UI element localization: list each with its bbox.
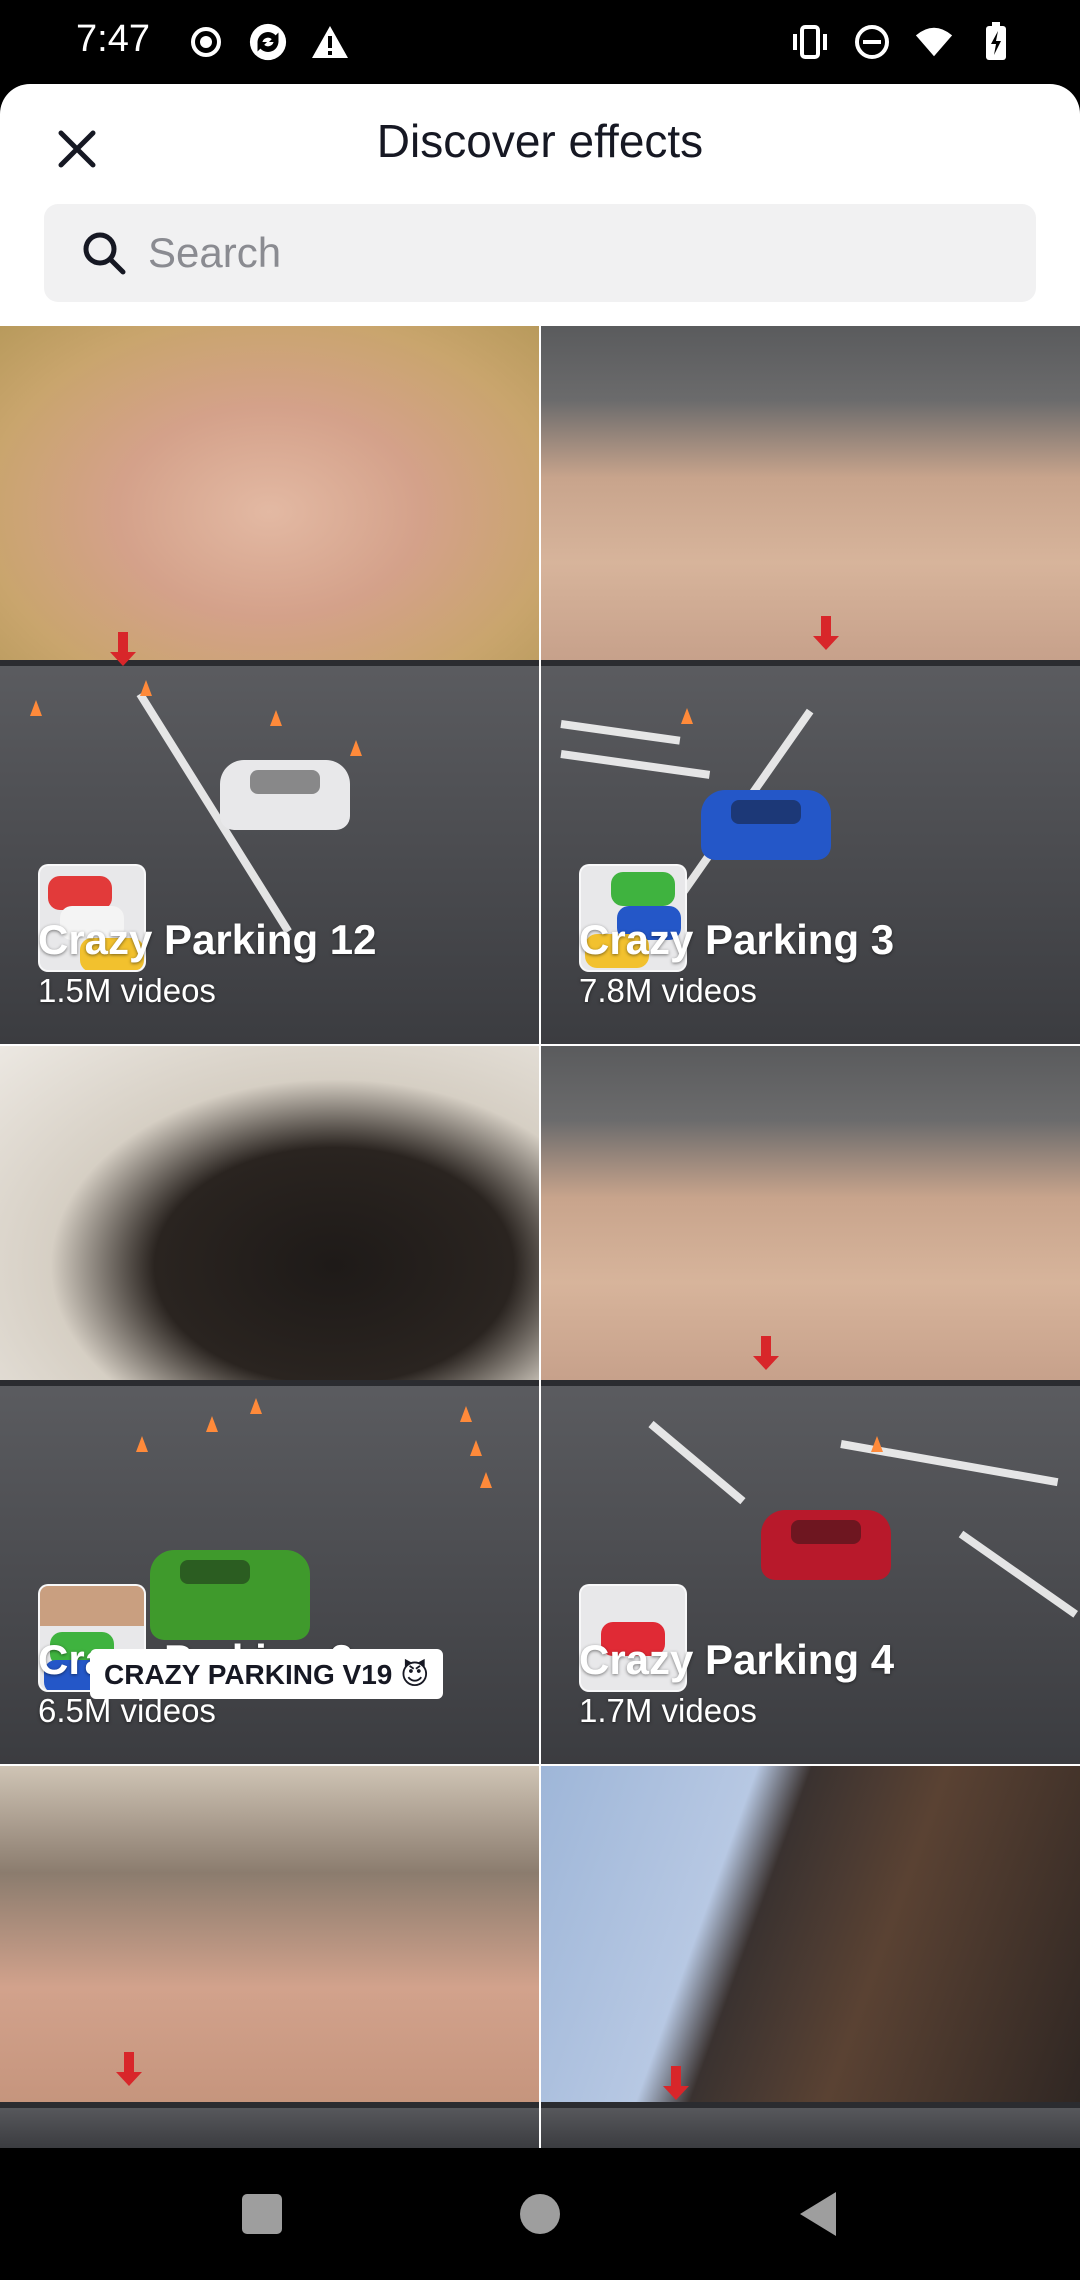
effect-preview-image bbox=[0, 1766, 539, 2148]
wifi-icon bbox=[914, 22, 954, 62]
effect-preview-image bbox=[541, 1766, 1080, 2148]
car-image bbox=[701, 790, 831, 860]
car-image bbox=[220, 760, 350, 830]
effect-preview-image bbox=[0, 1046, 539, 1384]
parking-lot-preview bbox=[541, 2102, 1080, 2148]
square-icon bbox=[242, 2194, 282, 2234]
effect-name: Crazy Parking 3 bbox=[579, 916, 895, 963]
car-image bbox=[761, 1510, 891, 1580]
effect-card-crazy-parking-3[interactable]: Crazy Parking 3 7.8M videos bbox=[541, 326, 1080, 1044]
circle-icon bbox=[520, 2194, 560, 2234]
effect-card-6[interactable] bbox=[541, 1766, 1080, 2148]
effect-card-5[interactable] bbox=[0, 1766, 539, 2148]
header: Discover effects bbox=[0, 84, 1080, 202]
effect-card-crazy-parking-12[interactable]: Crazy Parking 12 1.5M videos bbox=[0, 326, 539, 1044]
page-title: Discover effects bbox=[376, 115, 704, 167]
search-bar[interactable] bbox=[44, 204, 1036, 302]
status-time: 7:47 bbox=[76, 18, 150, 60]
search-icon bbox=[80, 229, 128, 277]
recents-button[interactable] bbox=[232, 2184, 292, 2244]
search-input[interactable] bbox=[148, 229, 1008, 277]
effect-name: Crazy Parking 12 bbox=[38, 916, 377, 963]
effect-preview-image bbox=[541, 1046, 1080, 1384]
vibrate-icon bbox=[790, 22, 830, 62]
effect-video-count: 1.5M videos bbox=[38, 972, 216, 1009]
effect-preview-image bbox=[541, 326, 1080, 664]
warning-icon bbox=[310, 22, 350, 62]
screen: { "status_bar": { "time": "7:47", "left_… bbox=[0, 0, 1080, 2280]
back-button[interactable] bbox=[788, 2184, 848, 2244]
status-bar: 7:47 bbox=[0, 0, 1080, 84]
home-button[interactable] bbox=[510, 2184, 570, 2244]
effect-video-count: 7.8M videos bbox=[579, 972, 757, 1009]
record-icon bbox=[186, 22, 226, 62]
car-image bbox=[150, 1550, 310, 1640]
effect-video-count: 1.7M videos bbox=[579, 1692, 757, 1729]
effects-grid: Crazy Parking 12 1.5M videos Crazy Parki… bbox=[0, 326, 1080, 2148]
effect-overlay-label: CRAZY PARKING V19 😈 bbox=[90, 1649, 444, 1699]
back-triangle-icon bbox=[800, 2192, 836, 2236]
system-nav-bar bbox=[0, 2148, 1080, 2280]
discover-effects-sheet: Discover effects Search Crazy Parking 12… bbox=[0, 84, 1080, 2148]
parking-lot-preview bbox=[0, 2102, 539, 2148]
effect-name: Crazy Parking 4 bbox=[579, 1636, 895, 1683]
effect-preview-image bbox=[0, 326, 539, 664]
sync-icon bbox=[248, 22, 288, 62]
effect-card-crazy-parking-4[interactable]: Crazy Parking 4 1.7M videos bbox=[541, 1046, 1080, 1764]
do-not-disturb-icon bbox=[852, 22, 892, 62]
battery-icon bbox=[976, 22, 1016, 62]
